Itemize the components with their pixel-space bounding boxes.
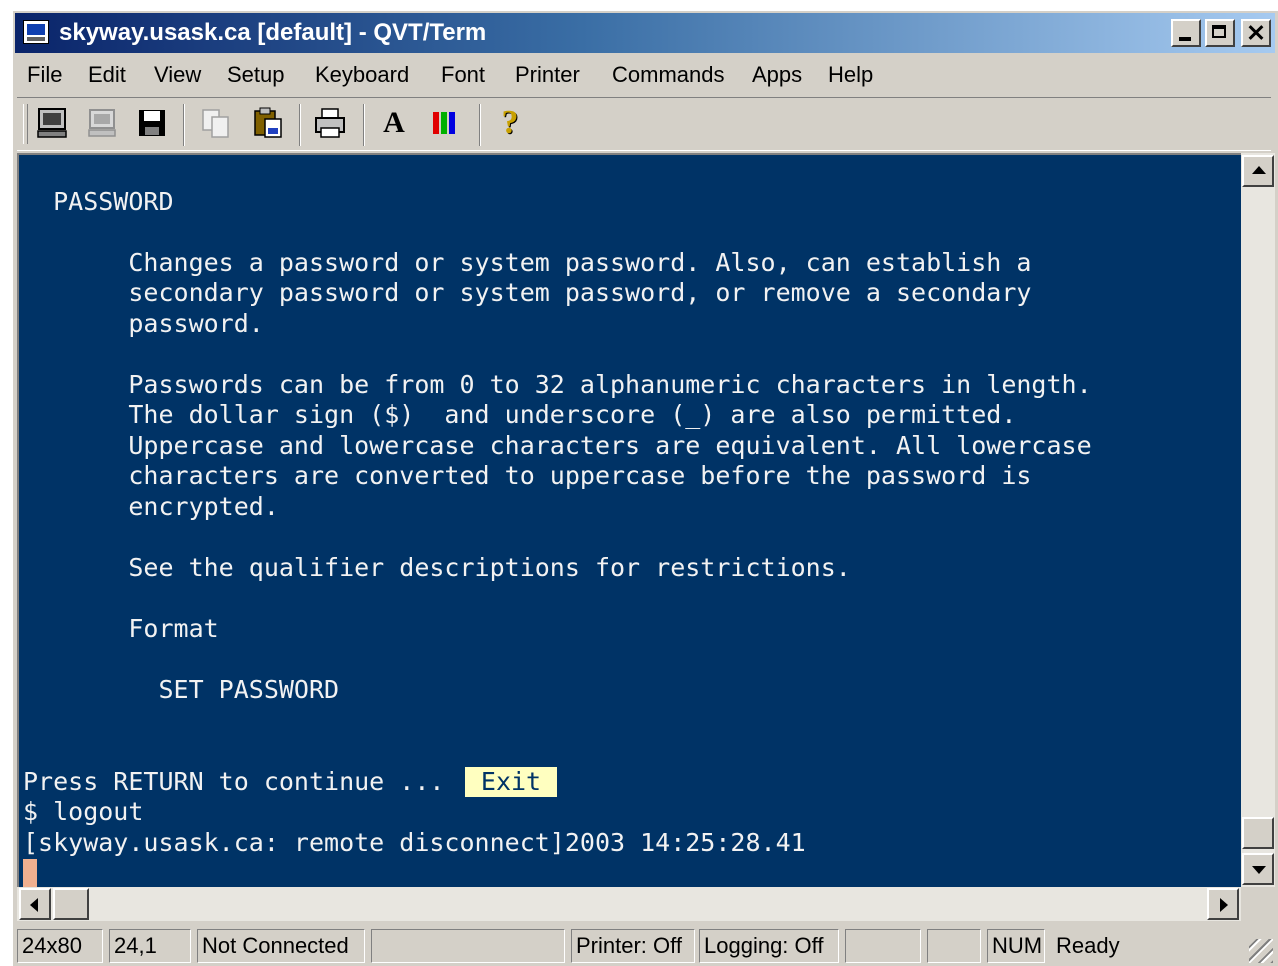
copy-icon[interactable]	[199, 106, 233, 140]
app-window: skyway.usask.ca [default] - QVT/Term Fil…	[12, 10, 1278, 966]
terminal-screen[interactable]: PASSWORD Changes a password or system pa…	[17, 153, 1241, 887]
status-blank	[845, 929, 921, 963]
toolbar: A ?	[17, 97, 1271, 151]
status-logging: Logging: Off	[699, 929, 839, 963]
terminal-line: [skyway.usask.ca: remote disconnect]2003…	[23, 828, 806, 857]
vertical-scrollbar[interactable]	[1241, 153, 1275, 887]
horizontal-scroll-thumb[interactable]	[53, 888, 89, 920]
exit-button[interactable]: Exit	[465, 767, 557, 797]
scroll-up-button[interactable]	[1242, 155, 1274, 187]
horizontal-scrollbar[interactable]	[17, 887, 1241, 921]
terminal-line: PASSWORD	[23, 187, 174, 216]
scroll-right-button[interactable]	[1207, 888, 1239, 920]
terminal-line: characters are converted to uppercase be…	[23, 461, 1032, 490]
color-icon[interactable]	[427, 106, 461, 140]
window-title: skyway.usask.ca [default] - QVT/Term	[59, 19, 487, 46]
scroll-down-button[interactable]	[1242, 853, 1274, 885]
terminal-line: Changes a password or system password. A…	[23, 248, 1032, 277]
status-bar: 24x80 24,1 Not Connected Printer: Off Lo…	[13, 925, 1275, 965]
terminal-line: SET PASSWORD	[23, 675, 340, 704]
arrow-up-icon	[1252, 166, 1266, 174]
menu-setup[interactable]: Setup	[227, 62, 285, 88]
terminal-line: encrypted.	[23, 492, 279, 521]
status-cursor-position: 24,1	[109, 929, 191, 963]
menu-font[interactable]: Font	[441, 62, 485, 88]
terminal-prompt: Press RETURN to continue ...	[23, 767, 445, 796]
menu-apps[interactable]: Apps	[752, 62, 802, 88]
vertical-scroll-thumb[interactable]	[1242, 817, 1274, 849]
terminal-line: secondary password or system password, o…	[23, 278, 1032, 307]
status-ready: Ready	[1056, 933, 1120, 958]
terminal-line: password.	[23, 309, 264, 338]
arrow-right-icon	[1220, 898, 1228, 912]
paste-icon[interactable]	[251, 106, 285, 140]
app-icon[interactable]	[23, 20, 49, 44]
status-terminal-size: 24x80	[17, 929, 103, 963]
minimize-button[interactable]	[1171, 19, 1201, 47]
toolbar-separator	[183, 104, 185, 146]
status-blank	[927, 929, 981, 963]
status-num-lock: NUM	[987, 929, 1045, 963]
status-blank	[371, 929, 565, 963]
toolbar-separator	[479, 104, 481, 146]
save-icon[interactable]	[135, 106, 169, 140]
menu-bar: File Edit View Setup Keyboard Font Print…	[13, 57, 1275, 93]
terminal-line: Format	[23, 614, 219, 643]
close-button[interactable]	[1241, 19, 1271, 47]
scrollbar-corner	[1241, 887, 1275, 921]
disconnect-icon[interactable]	[85, 106, 119, 140]
help-icon[interactable]: ?	[493, 106, 527, 140]
print-icon[interactable]	[313, 106, 347, 140]
status-connection: Not Connected	[197, 929, 365, 963]
terminal-line: See the qualifier descriptions for restr…	[23, 553, 851, 582]
terminal-line: The dollar sign ($) and underscore (_) a…	[23, 400, 1017, 429]
scroll-left-button[interactable]	[19, 888, 51, 920]
status-printer: Printer: Off	[571, 929, 695, 963]
font-icon[interactable]: A	[377, 106, 411, 140]
resize-grip[interactable]	[1249, 939, 1273, 963]
menu-file[interactable]: File	[27, 62, 62, 88]
terminal-line: $ logout	[23, 797, 144, 826]
text-cursor	[23, 859, 37, 887]
menu-view[interactable]: View	[154, 62, 201, 88]
toolbar-grip[interactable]	[23, 104, 28, 144]
arrow-down-icon	[1252, 866, 1266, 874]
toolbar-separator	[363, 104, 365, 146]
menu-edit[interactable]: Edit	[88, 62, 126, 88]
toolbar-separator	[299, 104, 301, 146]
menu-printer[interactable]: Printer	[515, 62, 580, 88]
menu-commands[interactable]: Commands	[612, 62, 724, 88]
title-bar[interactable]: skyway.usask.ca [default] - QVT/Term	[15, 13, 1275, 53]
menu-help[interactable]: Help	[828, 62, 873, 88]
terminal-line: Passwords can be from 0 to 32 alphanumer…	[23, 370, 1092, 399]
terminal-icon[interactable]	[35, 106, 69, 140]
menu-keyboard[interactable]: Keyboard	[315, 62, 409, 88]
maximize-button[interactable]	[1205, 19, 1235, 47]
terminal-line: Uppercase and lowercase characters are e…	[23, 431, 1092, 460]
arrow-left-icon	[30, 898, 38, 912]
